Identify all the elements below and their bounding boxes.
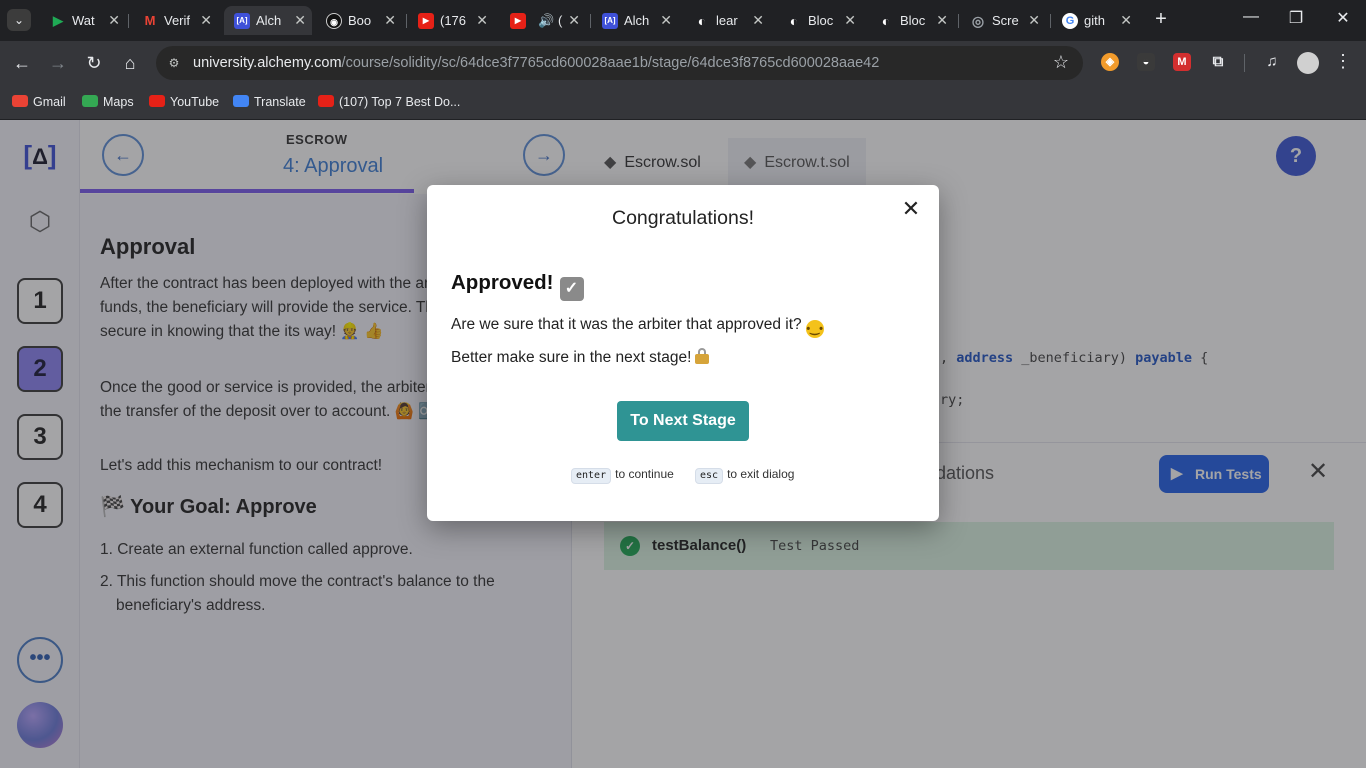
gmail-icon — [12, 95, 28, 107]
tab-3[interactable]: ◉ Boo ✕ — [316, 6, 402, 35]
close-window-icon[interactable]: ✕ — [1328, 8, 1358, 28]
tab-close-icon[interactable]: ✕ — [108, 6, 120, 35]
bookmark-maps[interactable]: Maps — [82, 93, 134, 111]
tab-close-icon[interactable]: ✕ — [936, 6, 948, 35]
esc-key: esc — [695, 468, 724, 484]
bookmark-star-icon[interactable]: ☆ — [1053, 52, 1069, 73]
gmail-favicon-icon: M — [144, 13, 156, 28]
youtube-favicon-icon: ▶ — [418, 13, 434, 29]
tab-close-icon[interactable]: ✕ — [294, 6, 306, 35]
home-icon[interactable]: ⌂ — [118, 51, 142, 75]
youtube-icon — [318, 95, 334, 107]
tab-close-icon[interactable]: ✕ — [660, 6, 672, 35]
speaker-icon[interactable]: 🔊 — [538, 6, 554, 35]
alchemy-favicon-icon: [A] — [234, 13, 250, 29]
forward-icon[interactable]: → — [46, 51, 70, 75]
github-favicon-icon: ◐ — [881, 13, 891, 29]
bookmarks-bar: Gmail Maps YouTube Translate (107) Top 7… — [0, 85, 1366, 120]
tab-close-icon[interactable]: ✕ — [476, 6, 488, 35]
media-control-icon[interactable]: ♫ — [1263, 53, 1281, 71]
maps-icon — [82, 95, 98, 107]
google-favicon-icon: G — [1062, 13, 1078, 29]
tab-separator — [406, 14, 407, 28]
shushing-face-icon: •‿• — [805, 320, 824, 338]
github-favicon-icon: ◐ — [789, 13, 799, 29]
tab-4[interactable]: ▶ (176 ✕ — [408, 6, 494, 35]
esc-hint: esc to exit dialog — [695, 467, 794, 484]
new-tab-button[interactable]: + — [1150, 8, 1172, 32]
bookmark-gmail[interactable]: Gmail — [12, 93, 66, 111]
translate-icon — [233, 95, 249, 107]
reload-icon[interactable]: ↻ — [82, 51, 106, 75]
tab-close-icon[interactable]: ✕ — [844, 6, 856, 35]
tab-9[interactable]: ◐ Bloc ✕ — [868, 6, 954, 35]
congratulations-dialog: Congratulations! ✕ Approved! ✓ Are we sur… — [427, 185, 939, 521]
alchemy-favicon-icon: [A] — [602, 13, 618, 29]
checkbox-check-icon: ✓ — [559, 277, 584, 301]
tab-11[interactable]: G gith ✕ — [1052, 6, 1138, 35]
tab-search-button[interactable]: ⌄ — [7, 9, 31, 31]
to-next-stage-button[interactable]: To Next Stage — [617, 401, 749, 441]
tab-close-icon[interactable]: ✕ — [200, 6, 212, 35]
video-favicon-icon: ▶ — [53, 13, 63, 28]
bookmark-video[interactable]: (107) Top 7 Best Do... — [318, 93, 460, 111]
bot-favicon-icon: ◉ — [326, 13, 342, 29]
extension-ninja-icon[interactable]: ◒ — [1137, 53, 1155, 71]
enter-hint: enter to continue — [571, 467, 674, 484]
tab-1[interactable]: M Verif ✕ — [132, 6, 218, 35]
tab-separator — [128, 14, 129, 28]
bookmark-youtube[interactable]: YouTube — [149, 93, 219, 111]
browser-toolbar: ← → ↻ ⌂ ⚙ university.alchemy.com/course/… — [0, 41, 1366, 85]
tab-close-icon[interactable]: ✕ — [1120, 6, 1132, 35]
url-text[interactable]: university.alchemy.com/course/solidity/s… — [193, 55, 879, 71]
github-favicon-icon: ◐ — [697, 13, 707, 29]
youtube-favicon-icon: ▶ — [510, 13, 526, 29]
close-dialog-icon[interactable]: ✕ — [899, 197, 923, 221]
tab-strip: ⌄ ▶ Wat ✕ M Verif ✕ [A] Alch ✕ ◉ Boo ✕ ▶… — [0, 0, 1366, 41]
extension-shield-icon[interactable]: ◈ — [1101, 53, 1119, 71]
toolbar-separator — [1244, 54, 1245, 72]
back-icon[interactable]: ← — [10, 51, 34, 75]
tab-separator — [958, 14, 959, 28]
tab-7[interactable]: ◐ lear ✕ — [684, 6, 770, 35]
enter-key: enter — [571, 468, 612, 484]
tab-8[interactable]: ◐ Bloc ✕ — [776, 6, 862, 35]
dialog-heading: Approved! ✓ — [451, 271, 584, 301]
address-bar[interactable]: ⚙ university.alchemy.com/course/solidity… — [156, 46, 1083, 80]
profile-avatar[interactable] — [1297, 52, 1319, 74]
minimize-icon[interactable]: — — [1236, 8, 1266, 26]
tab-close-icon[interactable]: ✕ — [1028, 6, 1040, 35]
dialog-line: Better make sure in the next stage! — [451, 348, 710, 367]
youtube-icon — [149, 95, 165, 107]
tab-separator — [1050, 14, 1051, 28]
tab-0[interactable]: ▶ Wat ✕ — [40, 6, 126, 35]
bookmark-translate[interactable]: Translate — [233, 93, 306, 111]
lock-icon — [695, 348, 710, 364]
dialog-line: Are we sure that it was the arbiter that… — [451, 316, 824, 338]
tab-6[interactable]: [A] Alch ✕ — [592, 6, 678, 35]
tab-5[interactable]: ▶ ( 🔊 ✕ — [500, 6, 586, 35]
tab-close-icon[interactable]: ✕ — [568, 6, 580, 35]
tab-close-icon[interactable]: ✕ — [384, 6, 396, 35]
tab-separator — [590, 14, 591, 28]
tab-close-icon[interactable]: ✕ — [752, 6, 764, 35]
restore-icon[interactable]: ❐ — [1281, 8, 1311, 28]
tab-2-active[interactable]: [A] Alch ✕ — [224, 6, 312, 35]
tab-10[interactable]: ◎ Scre ✕ — [960, 6, 1046, 35]
browser-menu-icon[interactable]: ⋮ — [1334, 51, 1352, 72]
globe-favicon-icon: ◎ — [971, 13, 985, 29]
extensions-puzzle-icon[interactable]: ⧉ — [1209, 53, 1227, 71]
site-info-icon[interactable]: ⚙ — [165, 54, 183, 72]
extension-mega-icon[interactable]: M — [1173, 53, 1191, 71]
dialog-title: Congratulations! — [611, 207, 754, 229]
